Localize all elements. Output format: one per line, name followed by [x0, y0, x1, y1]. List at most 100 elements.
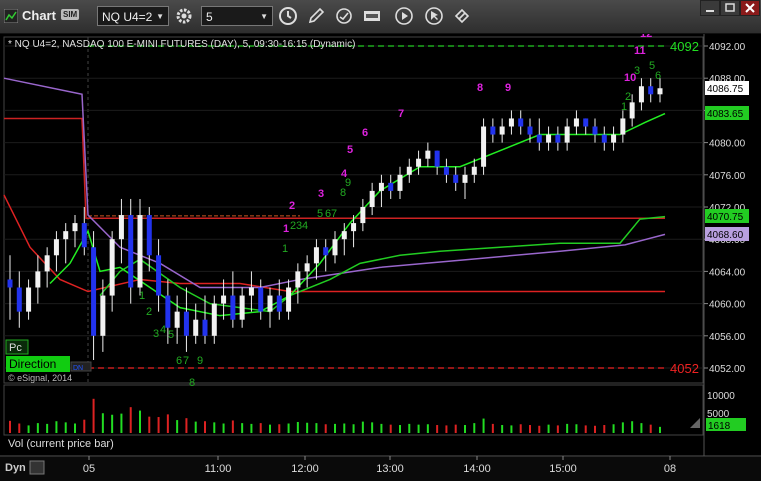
lock-icon[interactable]	[29, 460, 45, 475]
candle-body	[508, 118, 514, 127]
volume-bar	[296, 421, 299, 433]
volume-bar	[269, 424, 271, 433]
candle-body	[425, 150, 431, 159]
count-label: 1	[139, 290, 145, 302]
maximize-button[interactable]	[720, 0, 740, 16]
volume-bar	[464, 425, 466, 433]
volume-bar	[649, 424, 652, 433]
get-icon[interactable]	[362, 6, 382, 26]
candle-body	[7, 279, 13, 288]
count-label: 6	[362, 127, 368, 139]
refresh-icon[interactable]	[334, 6, 354, 26]
volume-bar	[74, 423, 76, 433]
price-marker-text: 4068.60	[707, 230, 744, 241]
volume-bar	[352, 424, 355, 433]
play-icon[interactable]	[394, 6, 414, 26]
volume-bar	[631, 421, 634, 433]
volume-bar	[659, 426, 661, 433]
candle-body	[248, 287, 254, 296]
count-label: 7	[398, 108, 404, 120]
count-label: 4	[302, 220, 308, 232]
candle-body	[481, 126, 487, 167]
candle-body	[546, 134, 552, 143]
count-label: 9	[197, 355, 203, 367]
volume-bar	[556, 425, 559, 433]
volume-bar	[46, 423, 49, 433]
volume-bar	[640, 423, 643, 433]
settings-gear-icon[interactable]	[174, 6, 194, 26]
count-label: 9	[505, 82, 511, 94]
volume-bar	[324, 424, 327, 433]
volume-bar	[612, 424, 615, 433]
candle-body	[323, 247, 329, 256]
time-tick-label: 13:00	[376, 463, 404, 475]
count-label: 1	[283, 223, 289, 235]
count-label: 1	[282, 243, 288, 255]
candle-body	[72, 223, 78, 232]
price-tick-label: 4064.00	[709, 267, 746, 278]
candle-body	[416, 158, 422, 167]
candle-body	[351, 223, 357, 232]
candle-body	[592, 126, 598, 135]
candle-body	[499, 126, 505, 135]
candle-body	[63, 231, 69, 240]
clock-icon[interactable]	[278, 6, 298, 26]
volume-bar	[148, 416, 151, 433]
count-label: 8	[189, 377, 195, 389]
count-label: 4	[160, 324, 166, 336]
count-label: 6	[176, 355, 182, 367]
candle-body	[26, 287, 32, 312]
level-label: 4052	[670, 361, 699, 376]
minimize-button[interactable]	[700, 0, 720, 16]
symbol-input[interactable]: NQ U4=2 ▼	[97, 6, 169, 26]
price-marker-text: 4083.65	[707, 109, 744, 120]
volume-bar	[27, 425, 30, 433]
volume-tick-10000: 10000	[707, 391, 735, 402]
candle-body	[388, 182, 394, 191]
price-tick-label: 4060.00	[709, 300, 746, 311]
candle-body	[620, 118, 626, 135]
time-tick-label: 08	[664, 463, 676, 475]
volume-bar	[603, 425, 606, 433]
cursor-icon[interactable]	[424, 6, 444, 26]
copyright: © eSignal, 2014	[8, 373, 72, 383]
time-tick-label: 15:00	[549, 463, 577, 475]
candle-body	[657, 88, 663, 95]
volume-bar	[120, 413, 123, 433]
count-label: 9	[345, 177, 351, 189]
volume-bar	[371, 422, 374, 433]
volume-bar	[278, 424, 281, 433]
candle-body	[35, 271, 41, 288]
link-icon[interactable]	[452, 6, 472, 26]
volume-bar	[231, 420, 234, 433]
symbol-dropdown-icon[interactable]: ▼	[156, 7, 164, 27]
candle-body	[518, 118, 524, 127]
volume-bar	[157, 417, 160, 433]
symbol-value: NQ U4=2	[102, 10, 153, 24]
interval-dropdown-icon[interactable]: ▼	[260, 7, 268, 27]
candle-body	[193, 319, 199, 336]
count-label: 6	[655, 70, 661, 82]
candle-body	[369, 190, 375, 207]
close-button[interactable]	[740, 0, 760, 16]
candle-body	[313, 247, 319, 264]
volume-bar	[222, 423, 225, 433]
volume-bar	[343, 423, 346, 433]
volume-bar	[445, 425, 448, 433]
candle-body	[555, 134, 561, 143]
price-tick-label: 4056.00	[709, 332, 746, 343]
candle-body	[118, 215, 124, 240]
count-label: 3	[318, 188, 324, 200]
volume-bar	[259, 423, 262, 433]
candle-body	[258, 287, 264, 312]
volume-bar	[64, 422, 67, 433]
volume-bar	[584, 425, 587, 433]
window-title: Chart	[22, 8, 56, 23]
volume-bar	[185, 418, 188, 433]
candle-body	[378, 182, 384, 191]
chart-area[interactable]: 12345678 9101112123 4 56 78912 3 45 6 789123 56 *…	[0, 34, 761, 481]
candle-body	[53, 239, 59, 256]
interval-input[interactable]: 5 ▼	[201, 6, 273, 26]
volume-bar	[575, 424, 578, 433]
pencil-icon[interactable]	[306, 6, 326, 26]
